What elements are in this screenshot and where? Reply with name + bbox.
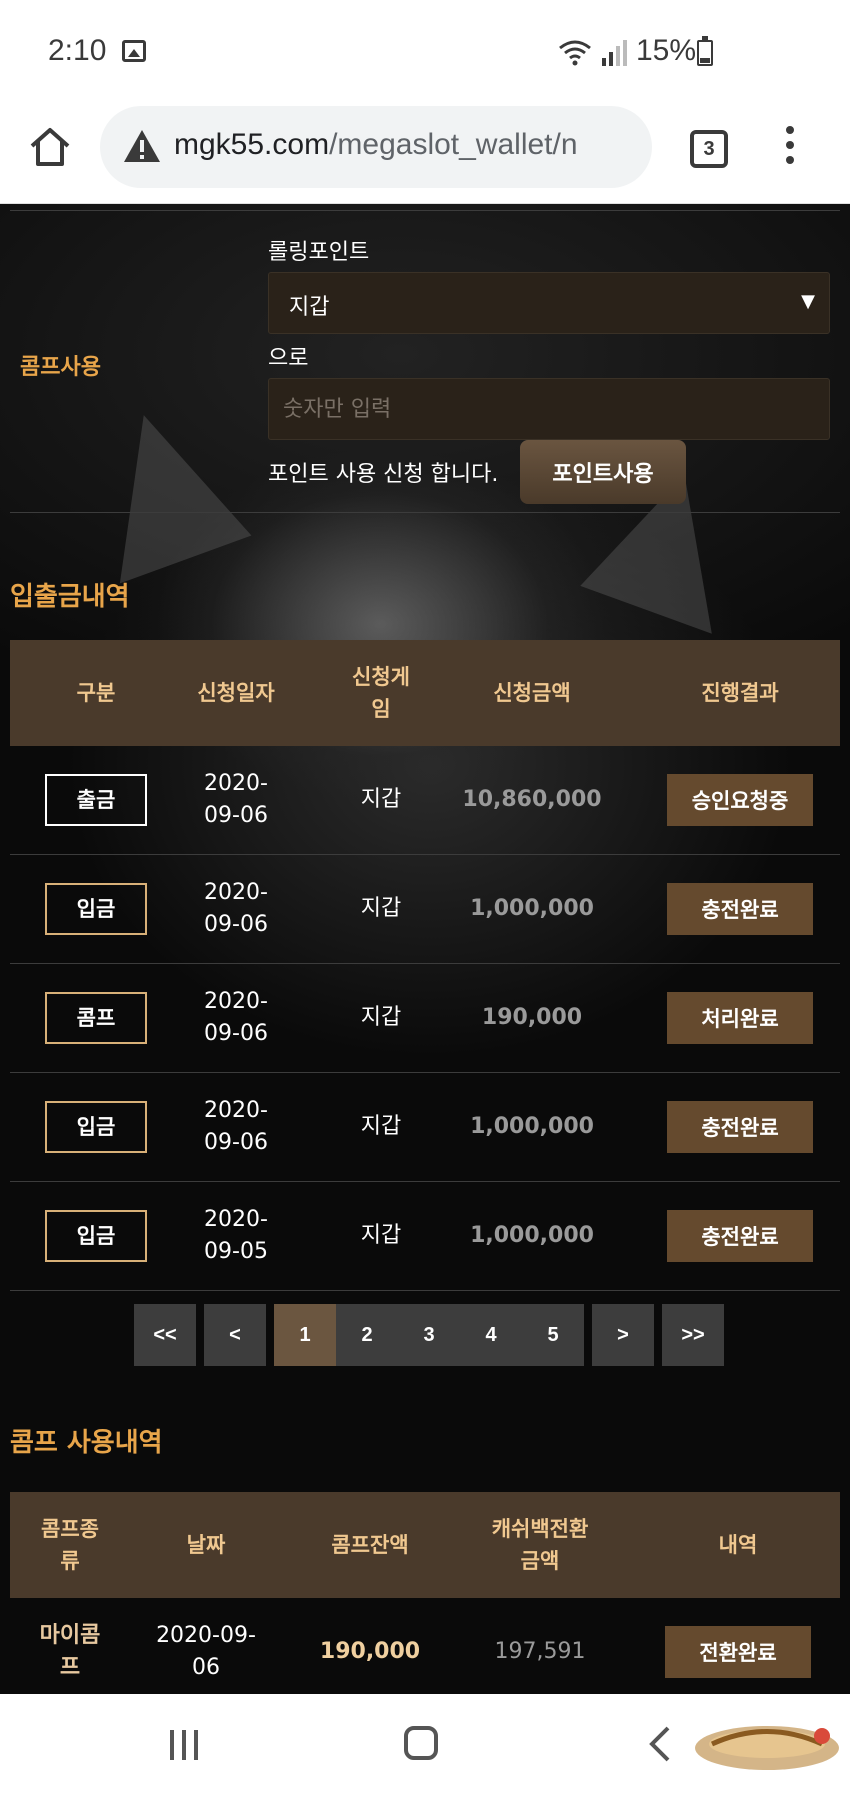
tabs-icon[interactable]: 3 (690, 130, 728, 168)
divider (10, 512, 840, 513)
comp-history-title: 콤프 사용내역 (10, 1428, 163, 1458)
status-bar: 2:10 15% (0, 0, 850, 100)
table-header: 구분 신청일자 신청게 임 신청금액 진행결과 (10, 640, 840, 746)
row-amount: 1,000,000 (470, 896, 594, 921)
status-button[interactable]: 승인요청중 (667, 774, 813, 826)
logo-icon (695, 1726, 839, 1770)
url-text: mgk55.com/megaslot_wallet/n (174, 128, 578, 162)
type-badge: 출금 (45, 774, 147, 826)
navigation-bar (0, 1694, 850, 1794)
transactions-title: 입출금내역 (10, 582, 130, 612)
gallery-icon (122, 40, 146, 62)
page-button-4[interactable]: 4 (460, 1304, 522, 1366)
table-row: 입금 2020- 09-05 지갑 1,000,000 충전완료 (10, 1182, 840, 1291)
row-amount: 1,000,000 (470, 1114, 594, 1139)
row-game: 지갑 (360, 1005, 402, 1030)
type-badge: 콤프 (45, 992, 147, 1044)
url-domain: mgk55.com (174, 128, 330, 161)
row-date: 2020- 09-06 (204, 1098, 268, 1155)
row-date: 2020- 09-06 (204, 989, 268, 1046)
use-points-button[interactable]: 포인트사용 (520, 440, 686, 504)
request-text: 포인트 사용 신청 합니다. (268, 462, 499, 487)
comp-history-table: 콤프종 류 날짜 콤프잔액 캐쉬백전환 금액 내역 마이콤 프 2020-09-… (10, 1492, 840, 1694)
dropdown-arrow-icon: ▼ (801, 291, 815, 312)
header-cashback: 캐쉬백전환 금액 (491, 1517, 589, 1573)
page-button-5[interactable]: 5 (522, 1304, 584, 1366)
to-label: 으로 (268, 346, 309, 371)
wallet-select-value: 지갑 (289, 295, 330, 320)
row-game: 지갑 (360, 787, 402, 812)
page-button-1[interactable]: 1 (274, 1304, 336, 1366)
next-page-button[interactable]: > (592, 1304, 654, 1366)
row-date: 2020-09- 06 (156, 1623, 256, 1680)
row-amount: 1,000,000 (470, 1223, 594, 1248)
header-date: 신청일자 (197, 681, 275, 705)
status-button[interactable]: 전환완료 (665, 1626, 811, 1678)
table-row: 마이콤 프 2020-09- 06 190,000 197,591 전환완료 (10, 1598, 840, 1694)
wallet-select[interactable]: 지갑 ▼ (268, 272, 830, 334)
row-date: 2020- 09-06 (204, 880, 268, 937)
header-balance: 콤프잔액 (331, 1533, 409, 1557)
home-icon[interactable] (404, 1726, 438, 1760)
status-button[interactable]: 충전완료 (667, 1101, 813, 1153)
header-date: 날짜 (186, 1533, 226, 1557)
row-date: 2020- 09-06 (204, 771, 268, 828)
status-button[interactable]: 충전완료 (667, 883, 813, 935)
header-game: 신청게 임 (352, 665, 410, 721)
header-comp-kind: 콤프종 류 (41, 1517, 99, 1573)
last-page-button[interactable]: >> (662, 1304, 724, 1366)
status-button[interactable]: 충전완료 (667, 1210, 813, 1262)
row-date: 2020- 09-05 (204, 1207, 268, 1264)
page-content: 콤프사용 롤링포인트 지갑 ▼ 으로 포인트 사용 신청 합니다. 포인트사용 … (0, 204, 850, 1694)
page-button-3[interactable]: 3 (398, 1304, 460, 1366)
row-cashback: 197,591 (494, 1639, 586, 1664)
more-menu-icon[interactable] (780, 126, 800, 170)
home-icon[interactable] (26, 122, 74, 170)
url-path: /megaslot_wallet/n (329, 128, 578, 161)
signal-icon (602, 40, 627, 66)
row-amount: 190,000 (481, 1005, 583, 1030)
prev-page-button[interactable]: < (204, 1304, 266, 1366)
address-bar[interactable]: mgk55.com/megaslot_wallet/n (100, 106, 652, 188)
table-row: 입금 2020- 09-06 지갑 1,000,000 충전완료 (10, 1073, 840, 1182)
header-status: 진행결과 (701, 681, 779, 705)
type-badge: 입금 (45, 1101, 147, 1153)
warning-icon (124, 130, 160, 162)
row-balance: 190,000 (319, 1639, 421, 1664)
battery-icon (697, 36, 713, 66)
type-badge: 입금 (45, 1210, 147, 1262)
row-game: 지갑 (360, 1114, 402, 1139)
page-numbers: 1 2 3 4 5 (274, 1304, 584, 1366)
row-comp-kind: 마이콤 프 (39, 1623, 101, 1680)
first-page-button[interactable]: << (134, 1304, 196, 1366)
row-amount: 10,860,000 (462, 787, 602, 812)
wifi-icon (559, 40, 591, 66)
background-decoration (68, 394, 252, 584)
row-game: 지갑 (360, 896, 402, 921)
row-game: 지갑 (360, 1223, 402, 1248)
rolling-point-label: 롤링포인트 (268, 240, 370, 265)
status-time: 2:10 (48, 34, 107, 67)
type-badge: 입금 (45, 883, 147, 935)
table-header: 콤프종 류 날짜 콤프잔액 캐쉬백전환 금액 내역 (10, 1492, 840, 1598)
pagination: << < 1 2 3 4 5 > >> (134, 1304, 724, 1366)
page-button-2[interactable]: 2 (336, 1304, 398, 1366)
recent-apps-icon[interactable] (168, 1730, 202, 1760)
divider (10, 210, 840, 211)
table-row: 출금 2020- 09-06 지갑 10,860,000 승인요청중 (10, 746, 840, 855)
status-button[interactable]: 처리완료 (667, 992, 813, 1044)
amount-input[interactable] (268, 378, 830, 440)
transactions-table: 구분 신청일자 신청게 임 신청금액 진행결과 출금 2020- 09-06 지… (10, 640, 840, 1291)
table-row: 콤프 2020- 09-06 지갑 190,000 처리완료 (10, 964, 840, 1073)
battery-percentage: 15% (636, 34, 697, 67)
header-amount: 신청금액 (493, 681, 571, 705)
header-detail: 내역 (718, 1533, 758, 1557)
comp-use-label: 콤프사용 (20, 355, 101, 380)
table-row: 입금 2020- 09-06 지갑 1,000,000 충전완료 (10, 855, 840, 964)
browser-toolbar: mgk55.com/megaslot_wallet/n 3 (0, 100, 850, 204)
